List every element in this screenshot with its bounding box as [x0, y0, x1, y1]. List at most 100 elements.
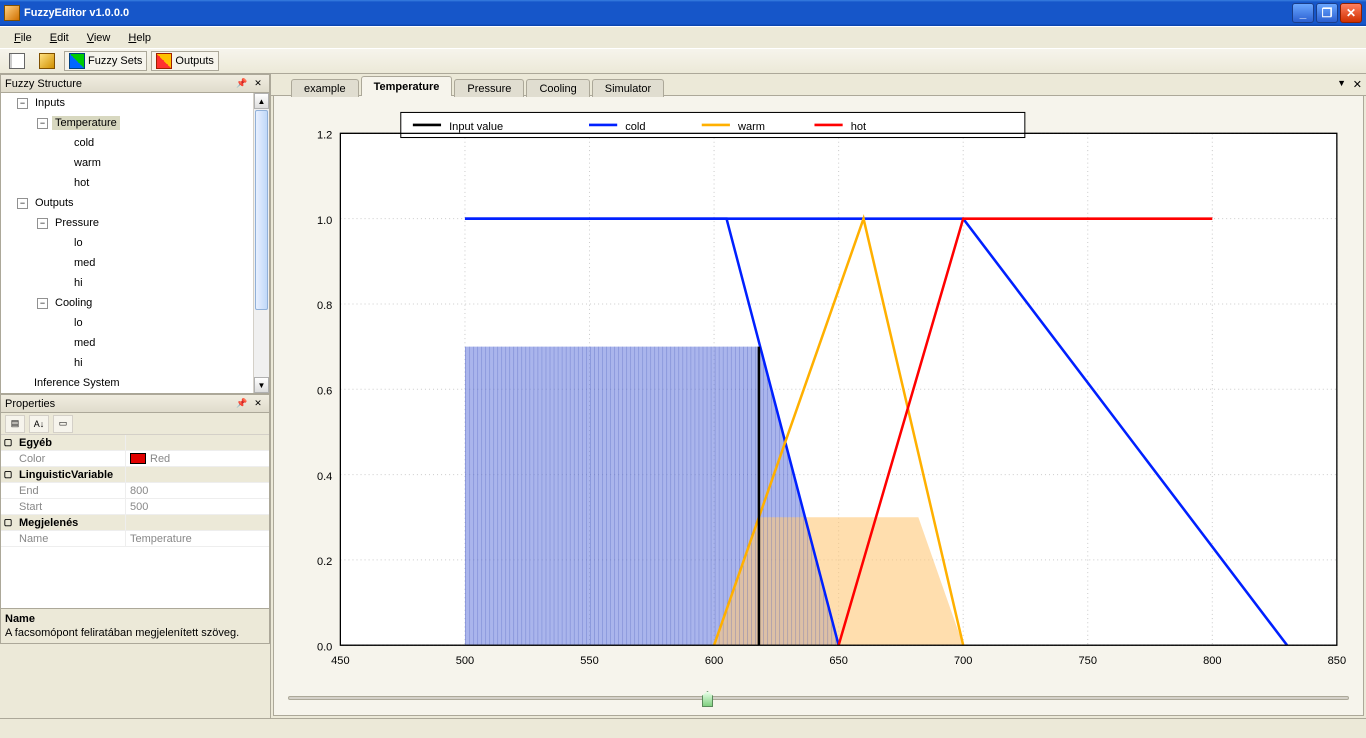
expander-icon[interactable]: − [17, 98, 28, 109]
app-icon [4, 5, 20, 21]
properties-grid[interactable]: ▢Egyéb ColorRed ▢LinguisticVariable End8… [1, 435, 269, 608]
tree-view[interactable]: −Inputs −Temperature cold warm hot −Outp… [1, 93, 269, 393]
categorized-button[interactable]: ▤ [5, 415, 25, 433]
status-bar [0, 718, 1366, 738]
svg-text:0.2: 0.2 [317, 556, 332, 568]
tab-cooling[interactable]: Cooling [526, 79, 589, 97]
expander-icon[interactable]: − [37, 118, 48, 129]
tab-pressure[interactable]: Pressure [454, 79, 524, 97]
minimize-button[interactable]: _ [1292, 3, 1314, 23]
maximize-button[interactable]: ❐ [1316, 3, 1338, 23]
tab-close-button[interactable]: ✕ [1353, 78, 1362, 91]
tree-scrollbar[interactable]: ▲ ▼ [253, 93, 269, 393]
open-icon [39, 53, 55, 69]
svg-text:650: 650 [829, 655, 847, 667]
tab-simulator[interactable]: Simulator [592, 79, 664, 97]
tab-example[interactable]: example [291, 79, 359, 97]
membership-chart: 4505005506006507007508008500.00.20.40.60… [280, 102, 1357, 687]
prop-end-value[interactable]: 800 [125, 483, 269, 498]
scroll-up-button[interactable]: ▲ [254, 93, 269, 109]
scroll-thumb[interactable] [255, 110, 268, 310]
properties-description: Name A facsomópont feliratában megjelení… [1, 608, 269, 643]
tree-temperature[interactable]: Temperature [52, 116, 120, 130]
svg-text:0.6: 0.6 [317, 385, 332, 397]
pin-button[interactable]: 📌 [235, 77, 249, 91]
panel-close-button[interactable]: ✕ [251, 397, 265, 411]
tree-pressure-hi[interactable]: hi [71, 276, 86, 290]
expander-icon[interactable]: − [37, 218, 48, 229]
tree-hot[interactable]: hot [71, 176, 92, 190]
fuzzy-sets-label: Fuzzy Sets [88, 55, 142, 67]
fuzzy-structure-panel: Fuzzy Structure 📌 ✕ −Inputs −Temperature… [0, 74, 270, 394]
svg-text:600: 600 [705, 655, 723, 667]
props-pages-button[interactable]: ▭ [53, 415, 73, 433]
panel-title-structure: Fuzzy Structure [5, 78, 82, 90]
title-bar: FuzzyEditor v1.0.0.0 _ ❐ ✕ [0, 0, 1366, 26]
alphabetical-button[interactable]: A↓ [29, 415, 49, 433]
desc-title: Name [5, 613, 265, 625]
prop-start-value[interactable]: 500 [125, 499, 269, 514]
tree-pressure-lo[interactable]: lo [71, 236, 86, 250]
outputs-button[interactable]: Outputs [151, 51, 219, 71]
tree-pressure-med[interactable]: med [71, 256, 98, 270]
tree-warm[interactable]: warm [71, 156, 104, 170]
menu-edit[interactable]: Edit [42, 30, 77, 46]
prop-color-value[interactable]: Red [150, 453, 170, 465]
prop-color-label: Color [15, 451, 125, 466]
panel-title-properties: Properties [5, 398, 55, 410]
new-icon [9, 53, 25, 69]
panel-close-button[interactable]: ✕ [251, 77, 265, 91]
desc-text: A facsomópont feliratában megjelenített … [5, 627, 265, 639]
cat-egyeb: Egyéb [15, 435, 125, 450]
svg-text:850: 850 [1328, 655, 1346, 667]
svg-text:750: 750 [1079, 655, 1097, 667]
svg-text:550: 550 [580, 655, 598, 667]
open-button[interactable] [34, 51, 60, 71]
tab-strip: example Temperature Pressure Cooling Sim… [271, 74, 1366, 96]
svg-text:hot: hot [851, 121, 867, 133]
window-title: FuzzyEditor v1.0.0.0 [24, 7, 1292, 19]
expander-icon[interactable]: − [17, 198, 28, 209]
tab-dropdown-button[interactable]: ▼ [1337, 78, 1346, 88]
prop-end-label: End [15, 483, 125, 498]
svg-text:1.0: 1.0 [317, 215, 332, 227]
svg-text:450: 450 [331, 655, 349, 667]
tree-cooling-med[interactable]: med [71, 336, 98, 350]
svg-text:Input value: Input value [449, 121, 503, 133]
tab-temperature[interactable]: Temperature [361, 76, 453, 96]
svg-text:500: 500 [456, 655, 474, 667]
tree-inputs[interactable]: Inputs [32, 96, 68, 110]
svg-text:cold: cold [625, 121, 645, 133]
cat-megj: Megjelenés [15, 515, 125, 530]
tree-cooling-lo[interactable]: lo [71, 316, 86, 330]
tree-cooling-hi[interactable]: hi [71, 356, 86, 370]
color-swatch[interactable] [130, 453, 146, 464]
new-button[interactable] [4, 51, 30, 71]
expander-icon[interactable]: − [37, 298, 48, 309]
tree-pressure[interactable]: Pressure [52, 216, 102, 230]
slider-thumb[interactable] [702, 691, 713, 707]
input-slider[interactable] [288, 696, 1349, 700]
tree-outputs[interactable]: Outputs [32, 196, 77, 210]
svg-text:800: 800 [1203, 655, 1221, 667]
fuzzy-sets-button[interactable]: Fuzzy Sets [64, 51, 147, 71]
outputs-icon [156, 53, 172, 69]
input-slider-bar [280, 687, 1357, 709]
pin-button[interactable]: 📌 [235, 397, 249, 411]
svg-text:0.0: 0.0 [317, 641, 332, 653]
prop-name-value[interactable]: Temperature [125, 531, 269, 546]
tree-cooling[interactable]: Cooling [52, 296, 95, 310]
toolbar: Fuzzy Sets Outputs [0, 48, 1366, 74]
close-button[interactable]: ✕ [1340, 3, 1362, 23]
svg-text:1.2: 1.2 [317, 129, 332, 141]
fuzzy-sets-icon [69, 53, 85, 69]
properties-panel: Properties 📌 ✕ ▤ A↓ ▭ ▢Egyéb ColorRed ▢L… [0, 394, 270, 644]
menu-view[interactable]: View [79, 30, 119, 46]
svg-text:0.4: 0.4 [317, 471, 332, 483]
menu-help[interactable]: Help [120, 30, 159, 46]
tree-inference[interactable]: Inference System [31, 376, 123, 390]
scroll-down-button[interactable]: ▼ [254, 377, 269, 393]
chart-area: 4505005506006507007508008500.00.20.40.60… [273, 95, 1364, 716]
menu-file[interactable]: File [6, 30, 40, 46]
tree-cold[interactable]: cold [71, 136, 97, 150]
